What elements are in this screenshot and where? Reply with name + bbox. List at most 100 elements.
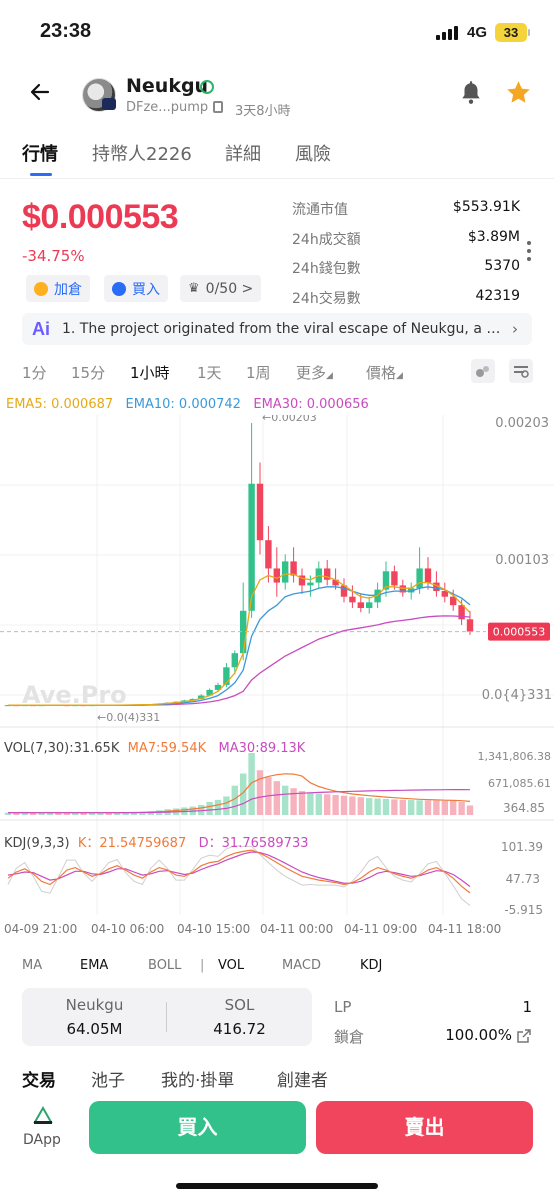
ind-macd[interactable]: MACD bbox=[282, 958, 321, 973]
tab-my-orders[interactable]: 我的·掛單 bbox=[161, 1066, 234, 1091]
volume-bar bbox=[290, 788, 297, 815]
ind-ema[interactable]: EMA bbox=[80, 958, 108, 973]
tf-15m[interactable]: 15分 bbox=[71, 362, 105, 383]
tf-more-label: 更多 bbox=[296, 364, 327, 382]
tab-holders[interactable]: 持幣人2226 bbox=[92, 140, 192, 166]
triangle-down-icon: ◢ bbox=[326, 371, 333, 381]
tab-details[interactable]: 詳細 bbox=[225, 140, 261, 166]
kdj-tick: 101.39 bbox=[501, 840, 543, 854]
tab-risk[interactable]: 風險 bbox=[295, 140, 331, 166]
volume-bar bbox=[206, 801, 213, 815]
tab-market[interactable]: 行情 bbox=[22, 140, 58, 166]
buy-button[interactable]: 買入 bbox=[89, 1101, 306, 1154]
favorite-star-icon[interactable] bbox=[505, 79, 532, 106]
volume-bar bbox=[214, 799, 222, 815]
volume-bar bbox=[340, 795, 348, 815]
pair-left-name: Neukgu bbox=[65, 996, 124, 1014]
tf-1h[interactable]: 1小時 bbox=[130, 362, 170, 383]
current-price-tag-text: 0.000553 bbox=[493, 626, 546, 639]
tab-creator[interactable]: 創建者 bbox=[277, 1066, 328, 1091]
vol-tick: 364.85 bbox=[503, 801, 545, 815]
kdj-k-label: K：21.54759687 bbox=[77, 836, 187, 851]
external-link-icon[interactable] bbox=[516, 1028, 532, 1044]
signal-icon bbox=[436, 26, 458, 40]
tf-1d[interactable]: 1天 bbox=[197, 362, 222, 383]
stat-label-volume: 24h成交額 bbox=[292, 232, 361, 248]
price-change: -34.75% bbox=[22, 247, 85, 265]
ind-vol[interactable]: VOL bbox=[218, 958, 244, 973]
volume-bar bbox=[450, 801, 457, 815]
tf-price[interactable]: 價格◢ bbox=[366, 362, 403, 383]
pair-right-name: SOL bbox=[224, 996, 255, 1014]
candle-body bbox=[349, 596, 356, 603]
token-age: 3天8小時 bbox=[235, 104, 291, 119]
candle-body bbox=[256, 483, 264, 541]
token-address[interactable]: DFze...pump bbox=[126, 100, 208, 115]
volume-bar bbox=[315, 793, 322, 815]
add-position-chip[interactable]: 加倉 bbox=[26, 275, 90, 302]
triangle-down-icon: ◢ bbox=[396, 371, 403, 381]
settings-sliders-icon bbox=[514, 366, 529, 378]
volume-bar bbox=[408, 800, 415, 815]
chart-style-button[interactable] bbox=[471, 359, 495, 383]
dapp-label[interactable]: DApp bbox=[23, 1132, 61, 1148]
buy-chip[interactable]: 買入 bbox=[104, 275, 168, 302]
time-tick: 04-10 15:00 bbox=[177, 922, 251, 936]
stat-value-volume: $3.89M bbox=[467, 229, 520, 245]
chevron-right-icon[interactable]: › bbox=[512, 320, 518, 338]
volume-bar bbox=[374, 798, 381, 815]
kdj-legend: KDJ(9,3,3) K：21.54759687 D：31.76589733 bbox=[4, 832, 309, 851]
tf-more[interactable]: 更多◢ bbox=[296, 362, 333, 383]
volume-bar bbox=[466, 805, 474, 815]
tf-1w[interactable]: 1周 bbox=[246, 362, 271, 383]
high-marker: ←0.00203 bbox=[262, 415, 317, 424]
candle-body bbox=[282, 561, 289, 583]
crown-icon: ♛ bbox=[188, 281, 200, 296]
add-position-icon bbox=[34, 281, 48, 296]
sell-button[interactable]: 賣出 bbox=[316, 1101, 533, 1154]
tf-1m[interactable]: 1分 bbox=[22, 362, 47, 383]
crown-chip[interactable]: ♛ 0/50 > bbox=[180, 275, 262, 302]
candle-body bbox=[416, 568, 423, 589]
candle-body bbox=[273, 568, 280, 583]
chart-settings-button[interactable] bbox=[509, 359, 533, 383]
tf-price-label: 價格 bbox=[366, 364, 397, 382]
volume-bar bbox=[391, 799, 398, 815]
dapp-icon[interactable] bbox=[32, 1104, 54, 1126]
ai-summary-text: 1. The project originated from the viral… bbox=[62, 321, 507, 337]
vol-label: VOL(7,30):31.65K bbox=[4, 741, 120, 756]
tab-trade[interactable]: 交易 bbox=[22, 1066, 56, 1091]
add-position-label: 加倉 bbox=[54, 281, 82, 298]
price-tick: 0.00103 bbox=[495, 553, 549, 568]
volume-bar bbox=[282, 785, 289, 815]
ind-ma[interactable]: MA bbox=[22, 958, 42, 973]
kdj-tick: 47.73 bbox=[506, 872, 540, 886]
tab-pool[interactable]: 池子 bbox=[91, 1066, 125, 1091]
candle-body bbox=[466, 619, 474, 632]
candle-body bbox=[290, 561, 297, 576]
back-arrow-icon[interactable] bbox=[28, 80, 52, 104]
vol-tick: 1,341,806.38 bbox=[478, 750, 551, 763]
ind-kdj[interactable]: KDJ bbox=[360, 958, 382, 973]
kdj-tick: -5.915 bbox=[504, 903, 543, 915]
volume-bar bbox=[366, 798, 373, 815]
stat-label-wallets: 24h錢包數 bbox=[292, 261, 361, 277]
bell-icon[interactable] bbox=[458, 80, 484, 106]
ind-boll[interactable]: BOLL bbox=[148, 958, 181, 973]
ind-divider: | bbox=[200, 958, 205, 973]
volume-bar bbox=[416, 800, 423, 815]
volume-bar bbox=[357, 797, 364, 815]
candle-body bbox=[391, 571, 398, 586]
status-time: 23:38 bbox=[40, 20, 92, 42]
more-vertical-icon[interactable] bbox=[527, 241, 531, 265]
candle-body bbox=[424, 568, 432, 583]
candle-body bbox=[265, 540, 272, 569]
volume-bar bbox=[458, 801, 465, 815]
volume-bar bbox=[441, 800, 448, 815]
copy-icon[interactable] bbox=[213, 101, 223, 113]
volume-bar bbox=[382, 798, 390, 815]
network-type: 4G bbox=[467, 24, 488, 41]
battery-cap bbox=[528, 29, 530, 36]
token-name: Neukgu bbox=[126, 75, 209, 97]
volume-bar bbox=[424, 800, 432, 815]
